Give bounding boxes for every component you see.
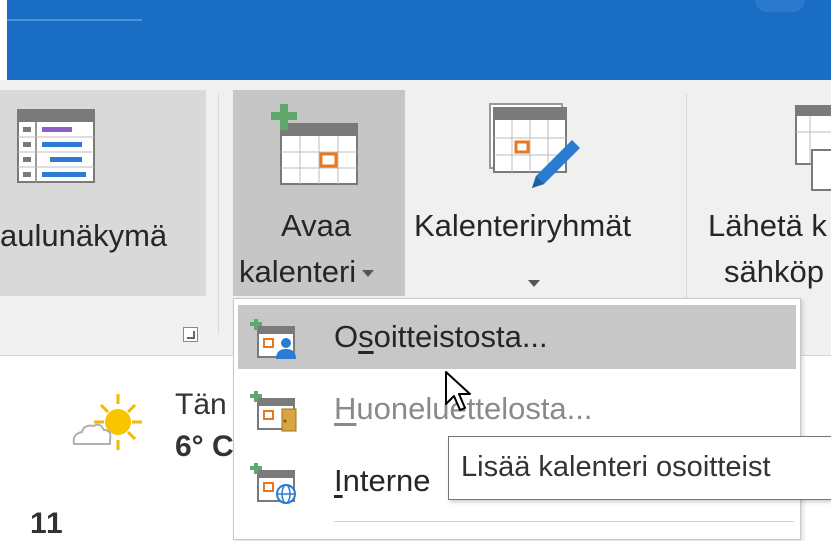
send-label-line1: Lähetä k [708,208,827,243]
ribbon-separator [218,94,219,334]
open-calendar-label-line2: kalenteri [239,254,375,290]
menu-item-label: Osoitteistosta... [334,319,548,354]
open-calendar-icon [271,104,358,185]
send-calendar-icon [795,105,831,191]
chevron-down-icon [528,280,540,287]
open-calendar-button[interactable]: Avaa kalenteri [233,90,405,296]
address-book-calendar-icon [250,319,296,359]
day-number: 11 [30,507,64,540]
menu-separator [334,521,794,522]
menu-item-from-room-list[interactable]: Huoneluettelosta... [238,377,796,441]
open-calendar-menu: Osoitteistosta... Huoneluettelosta... In… [233,298,801,540]
partly-sunny-icon [72,394,142,450]
today-label: Tän [175,388,227,421]
internet-calendar-icon [250,463,296,504]
title-bar [7,0,831,80]
send-calendar-button[interactable]: Lähetä k sähköp [700,90,831,296]
chevron-down-icon [362,270,375,278]
table-view-icon [17,109,95,183]
temperature-value: 6° C [175,430,234,463]
dialog-launcher-icon[interactable] [183,327,198,342]
table-view-button[interactable]: aulunäkymä [0,90,206,296]
menu-item-label: Interne [334,463,431,498]
room-list-calendar-icon [250,391,297,432]
tooltip-text: Lisää kalenteri osoitteist [461,451,771,483]
tooltip: Lisää kalenteri osoitteist [448,436,831,500]
send-label-line2: sähköp [724,254,824,289]
table-view-label: aulunäkymä [0,218,168,253]
calendar-groups-label: Kalenteriryhmät [414,208,632,243]
calendar-groups-button[interactable]: Kalenteriryhmät [410,90,672,296]
calendar-groups-icon [489,103,580,188]
mouse-cursor-icon [445,371,471,411]
title-bar-line [7,19,142,21]
title-bar-control[interactable] [755,0,805,12]
menu-item-from-address-book[interactable]: Osoitteistosta... [238,305,796,369]
open-calendar-label-line1: Avaa [281,208,352,243]
